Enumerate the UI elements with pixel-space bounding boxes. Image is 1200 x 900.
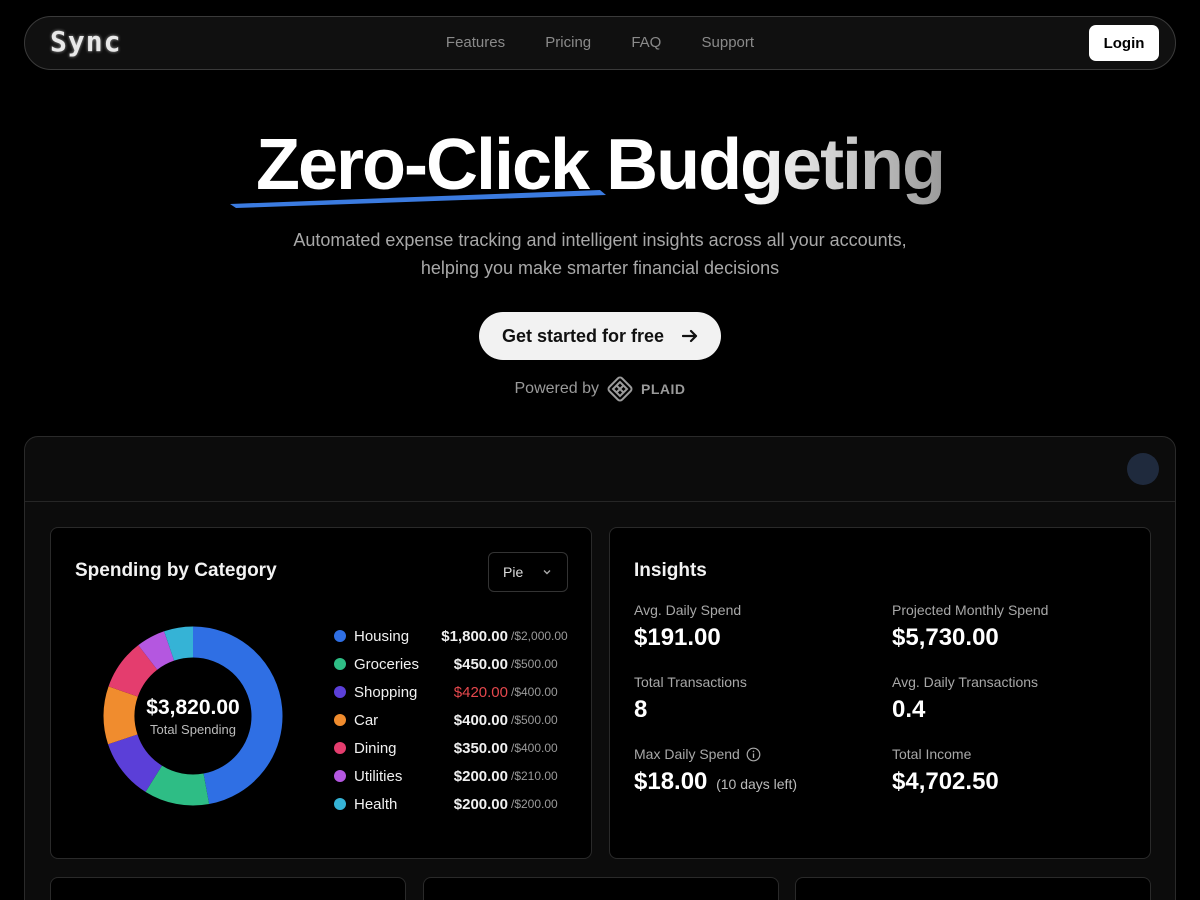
legend-spent: $200.00: [453, 767, 508, 785]
legend-budget: /$500.00: [511, 713, 558, 727]
legend-dot: [334, 630, 346, 642]
max-daily-spend: Max Daily Spend $18.00 (10 days left): [634, 746, 797, 796]
legend-name: Car: [354, 711, 379, 729]
avg-daily-spend-label: Avg. Daily Spend: [634, 602, 742, 618]
hero-subtitle: Automated expense tracking and intellige…: [0, 226, 1200, 282]
avg-daily-tx-value: 0.4: [892, 696, 926, 723]
avg-daily-tx-label: Avg. Daily Transactions: [892, 674, 1039, 690]
legend-item-housing[interactable]: Housing $1,800.00/$2,000.00: [334, 622, 569, 650]
avg-daily-spend: Avg. Daily Spend $191.00: [634, 602, 741, 652]
legend-name: Groceries: [354, 655, 420, 673]
income-label: Total Income: [892, 746, 972, 762]
chevron-down-icon: [543, 570, 551, 575]
legend-name: Dining: [354, 739, 397, 757]
legend-item-car[interactable]: Car $400.00/$500.00: [334, 706, 569, 734]
powered-by-label: Powered by: [514, 380, 600, 397]
legend-name: Housing: [354, 627, 410, 645]
legend-dot: [334, 658, 346, 670]
total-transactions: Total Transactions 8: [634, 674, 747, 724]
bottom-card-1: [50, 877, 406, 900]
legend-item-health[interactable]: Health $200.00/$200.00: [334, 790, 569, 818]
total-spending-label: Total Spending: [149, 721, 236, 737]
legend-spent: $1,800.00: [441, 627, 508, 645]
spending-card: Spending by Category Pie $3,820.00 Total…: [50, 527, 592, 859]
legend-name: Health: [354, 795, 398, 813]
nav-links: Features Pricing FAQ Support: [25, 34, 1175, 51]
plaid-logo-icon: [607, 376, 633, 402]
projected-monthly-spend: Projected Monthly Spend $5,730.00: [892, 602, 1048, 652]
get-started-button[interactable]: Get started for free: [479, 312, 721, 360]
legend-item-utilities[interactable]: Utilities $200.00/$210.00: [334, 762, 569, 790]
nav-link-pricing[interactable]: Pricing: [545, 34, 591, 51]
max-daily-value-row: $18.00 (10 days left): [634, 768, 797, 796]
arrow-right-icon: [682, 329, 698, 343]
chart-type-value: Pie: [503, 564, 524, 580]
bottom-card-2: [423, 877, 779, 900]
legend-dot: [334, 798, 346, 810]
total-tx-value: 8: [634, 696, 648, 723]
avg-daily-spend-value: $191.00: [634, 624, 721, 651]
legend-spent: $400.00: [453, 711, 508, 729]
legend-budget: /$210.00: [511, 769, 558, 783]
hero-title-part2: Budgeting: [606, 125, 946, 205]
total-tx-label: Total Transactions: [634, 674, 747, 690]
legend-budget: /$400.00: [511, 741, 558, 755]
legend-item-dining[interactable]: Dining $350.00/$400.00: [334, 734, 569, 762]
avg-daily-transactions: Avg. Daily Transactions 0.4: [892, 674, 1038, 724]
max-daily-label-row: Max Daily Spend: [634, 746, 797, 762]
legend-spent: $420.00: [453, 683, 508, 701]
nav-link-faq[interactable]: FAQ: [631, 34, 661, 51]
login-button[interactable]: Login: [1089, 25, 1159, 61]
income-value: $4,702.50: [892, 768, 999, 795]
max-daily-label: Max Daily Spend: [634, 746, 740, 762]
total-income: Total Income $4,702.50: [892, 746, 999, 796]
insights-title: Insights: [634, 560, 707, 581]
legend-item-groceries[interactable]: Groceries $450.00/$500.00: [334, 650, 569, 678]
legend-dot: [334, 686, 346, 698]
nav-link-support[interactable]: Support: [702, 34, 755, 51]
top-nav: Sync Features Pricing FAQ Support Login: [24, 16, 1176, 70]
insights-card: Insights Avg. Daily Spend $191.00 Projec…: [609, 527, 1151, 859]
nav-link-features[interactable]: Features: [446, 34, 505, 51]
legend-budget: /$500.00: [511, 657, 558, 671]
legend-dot: [334, 742, 346, 754]
legend-spent: $200.00: [453, 795, 508, 813]
category-legend: Housing $1,800.00/$2,000.00 Groceries $450.…: [334, 622, 569, 818]
dashboard-header: [25, 437, 1175, 502]
chart-type-select[interactable]: Pie: [488, 552, 568, 592]
legend-budget: /$200.00: [511, 797, 558, 811]
hero-subtitle-line2: helping you make smarter financial decis…: [420, 258, 780, 278]
hero-title: Zero-Click Budgeting: [0, 122, 1200, 208]
get-started-label: Get started for free: [501, 325, 665, 346]
legend-budget: /$400.00: [511, 685, 558, 699]
legend-dot: [334, 770, 346, 782]
powered-by: Powered by PLAID: [0, 376, 1200, 402]
avatar[interactable]: [1127, 453, 1159, 485]
plaid-wordmark: PLAID: [641, 381, 686, 397]
legend-item-shopping[interactable]: Shopping $420.00/$400.00: [334, 678, 569, 706]
hero-subtitle-line1: Automated expense tracking and intellige…: [293, 230, 907, 250]
legend-spent: $350.00: [453, 739, 508, 757]
projected-label: Projected Monthly Spend: [892, 602, 1049, 618]
max-daily-value: $18.00: [634, 768, 708, 795]
legend-name: Utilities: [354, 767, 403, 785]
days-left: (10 days left): [716, 776, 798, 792]
donut-center: $3,820.00 Total Spending: [103, 626, 283, 806]
spending-title: Spending by Category: [75, 560, 277, 581]
total-spending-value: $3,820.00: [146, 695, 240, 719]
legend-spent: $450.00: [453, 655, 508, 673]
legend-dot: [334, 714, 346, 726]
info-icon[interactable]: [746, 747, 761, 762]
projected-value: $5,730.00: [892, 624, 999, 651]
hero-title-part1: Zero-Click: [255, 125, 590, 205]
bottom-card-3: [795, 877, 1151, 900]
legend-name: Shopping: [354, 683, 418, 701]
legend-budget: /$2,000.00: [511, 629, 568, 643]
dashboard-preview: Spending by Category Pie $3,820.00 Total…: [24, 436, 1176, 900]
